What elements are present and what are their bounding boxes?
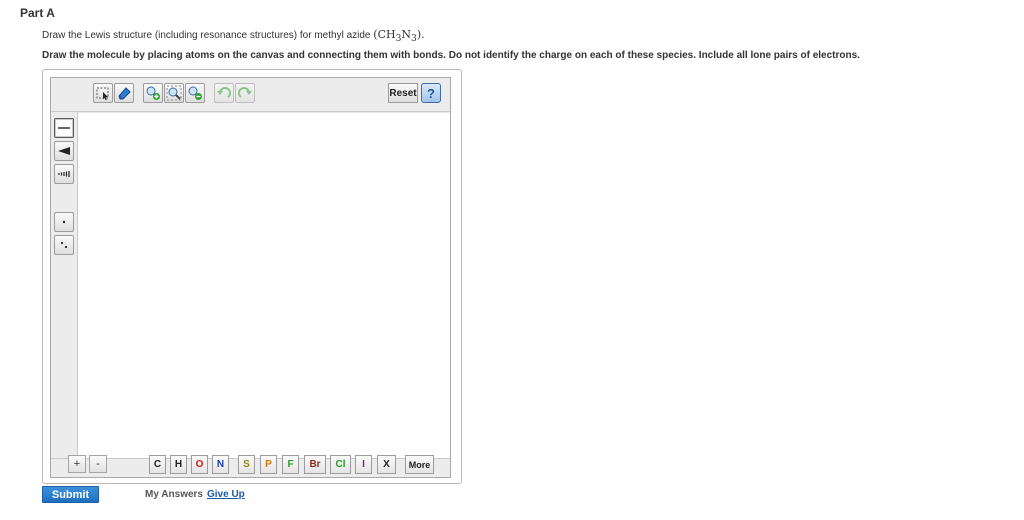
atom-button-i[interactable]: I [355, 455, 372, 474]
increase-charge-button[interactable]: + [68, 455, 86, 473]
atom-button-h[interactable]: H [170, 455, 187, 474]
atom-button-n[interactable]: N [212, 455, 229, 474]
undo-icon[interactable] [214, 83, 234, 103]
drawing-widget-frame: Reset ? + - C H O N S P F Br Cl I X More [42, 69, 462, 484]
single-bond-icon[interactable] [54, 118, 74, 138]
zoom-out-icon[interactable] [185, 83, 205, 103]
drawing-instructions: Draw the molecule by placing atoms on th… [42, 50, 860, 61]
my-answers-label: My Answers [145, 489, 203, 500]
atom-button-c[interactable]: C [149, 455, 166, 474]
zoom-in-icon[interactable] [143, 83, 163, 103]
drawing-canvas[interactable] [78, 113, 450, 458]
molecule-editor: Reset ? + - C H O N S P F Br Cl I X More [50, 77, 451, 478]
eraser-icon[interactable] [114, 83, 134, 103]
atom-button-s[interactable]: S [238, 455, 255, 474]
give-up-link[interactable]: Give Up [207, 489, 245, 500]
atom-button-o[interactable]: O [191, 455, 208, 474]
prompt-text: Draw the Lewis structure (including reso… [42, 30, 371, 41]
bottom-toolbar: + - C H O N S P F Br Cl I X More [51, 455, 450, 477]
atom-button-x[interactable]: X [377, 455, 396, 474]
atom-button-cl[interactable]: Cl [330, 455, 351, 474]
help-button[interactable]: ? [421, 83, 441, 103]
lone-pair-icon[interactable] [54, 212, 74, 232]
left-toolbar [51, 112, 78, 459]
question-prompt: Draw the Lewis structure (including reso… [42, 28, 425, 44]
zoom-fit-icon[interactable] [164, 83, 184, 103]
part-title: Part A [20, 6, 55, 20]
decrease-charge-button[interactable]: - [89, 455, 107, 473]
molecular-formula: (CH3N3). [373, 28, 425, 45]
redo-icon[interactable] [235, 83, 255, 103]
more-atoms-button[interactable]: More [405, 455, 434, 474]
dash-bond-icon[interactable] [54, 164, 74, 184]
reset-button[interactable]: Reset [388, 83, 418, 103]
top-toolbar: Reset ? [51, 78, 450, 112]
radical-icon[interactable] [54, 235, 74, 255]
help-question-icon: ? [427, 85, 435, 101]
submit-button[interactable]: Submit [42, 486, 99, 503]
wedge-bond-icon[interactable] [54, 141, 74, 161]
atom-button-p[interactable]: P [260, 455, 277, 474]
atom-button-f[interactable]: F [282, 455, 299, 474]
select-lasso-icon[interactable] [93, 83, 113, 103]
atom-button-br[interactable]: Br [304, 455, 326, 474]
